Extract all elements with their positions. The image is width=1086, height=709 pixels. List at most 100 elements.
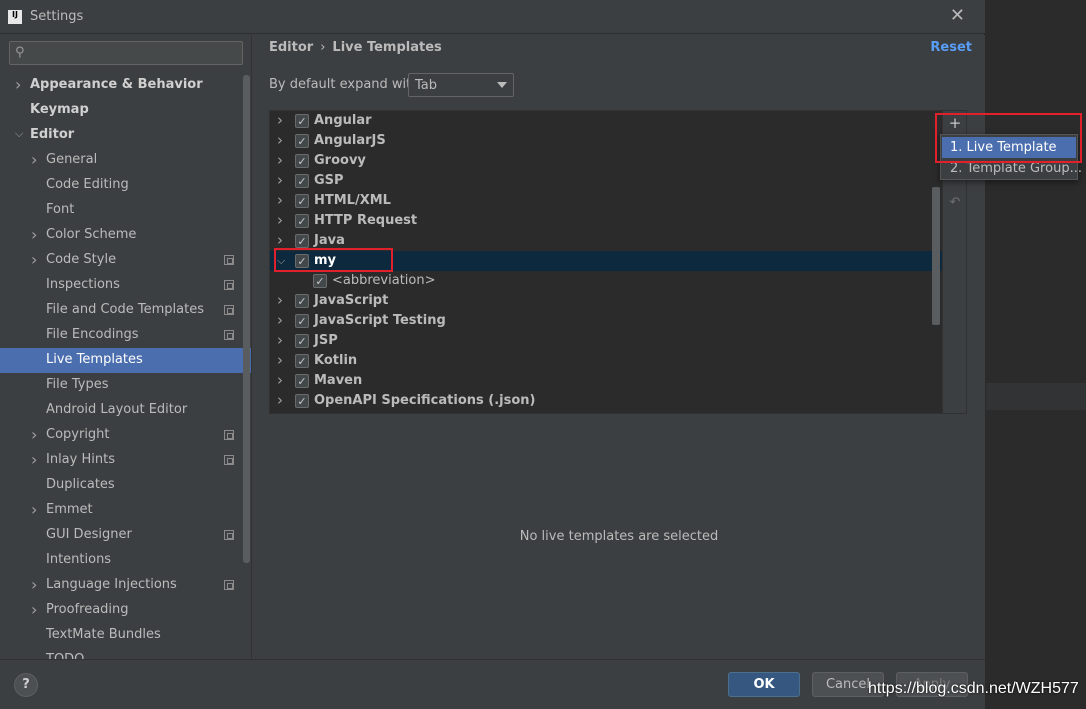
sidebar-item[interactable]: › Inlay Hints [0, 448, 251, 473]
checkbox[interactable]: ✓ [295, 174, 309, 188]
chevron-right-icon[interactable]: › [31, 575, 37, 594]
checkbox[interactable]: ✓ [295, 374, 309, 388]
chevron-right-icon[interactable]: › [31, 250, 37, 269]
template-group[interactable]: › ✓ GSP [270, 171, 942, 191]
sidebar-item-label: General [46, 152, 98, 167]
chevron-right-icon[interactable]: › [277, 131, 283, 149]
sidebar-item[interactable]: Android Layout Editor [0, 398, 251, 423]
undo-icon[interactable]: ↶ [947, 195, 963, 211]
add-icon[interactable]: + [947, 115, 963, 131]
sidebar-item[interactable]: › Proofreading [0, 598, 251, 623]
template-group[interactable]: › ✓ Angular [270, 111, 942, 131]
search-input[interactable]: ⚲ [9, 41, 243, 65]
sidebar-item[interactable]: › Color Scheme [0, 223, 251, 248]
sidebar-item[interactable]: TODO [0, 648, 251, 659]
chevron-down-icon[interactable]: ⌵ [15, 127, 23, 141]
sidebar-item-label: GUI Designer [46, 527, 132, 542]
menu-item-template-group[interactable]: 2. Template Group... [942, 158, 1082, 179]
sidebar-item[interactable]: ⌵ Editor [0, 123, 251, 148]
template-group[interactable]: › ✓ Java [270, 231, 942, 251]
template-group[interactable]: › ✓ Maven [270, 371, 942, 391]
chevron-right-icon[interactable]: › [277, 371, 283, 389]
sidebar-scrollbar[interactable] [243, 75, 250, 563]
chevron-right-icon[interactable]: › [31, 600, 37, 619]
sidebar-item[interactable]: Inspections [0, 273, 251, 298]
chevron-down-icon[interactable]: ⌵ [277, 254, 285, 268]
templates-tree: › ✓ Angular › ✓ AngularJS › ✓ Groovy › ✓ GSP › ✓ HTML/… [270, 111, 942, 413]
chevron-right-icon[interactable]: › [31, 450, 37, 469]
checkbox[interactable]: ✓ [313, 274, 327, 288]
breadcrumb-parent[interactable]: Editor [269, 40, 313, 55]
checkbox[interactable]: ✓ [295, 314, 309, 328]
template-label: AngularJS [314, 133, 386, 148]
template-group[interactable]: › ✓ HTML/XML [270, 191, 942, 211]
close-icon[interactable]: ✕ [950, 7, 965, 25]
checkbox[interactable]: ✓ [295, 114, 309, 128]
dialog-button-bar: ? OK Cancel Apply [0, 659, 985, 709]
checkbox[interactable]: ✓ [295, 194, 309, 208]
chevron-right-icon[interactable]: › [15, 75, 21, 94]
chevron-right-icon[interactable]: › [31, 150, 37, 169]
template-group[interactable]: › ✓ HTTP Request [270, 211, 942, 231]
sidebar-item[interactable]: › General [0, 148, 251, 173]
sidebar-item-label: Color Scheme [46, 227, 137, 242]
background-band [986, 383, 1086, 410]
sidebar-item[interactable]: File and Code Templates [0, 298, 251, 323]
settings-window: IJ Settings ✕ ⚲ › Appearance & Behavior Ke… [0, 0, 985, 709]
expand-with-select[interactable]: Tab [408, 73, 514, 97]
sidebar-item[interactable]: › Code Style [0, 248, 251, 273]
template-group[interactable]: › ✓ Groovy [270, 151, 942, 171]
sidebar-item[interactable]: › Appearance & Behavior [0, 73, 251, 98]
help-button[interactable]: ? [14, 673, 38, 697]
template-group[interactable]: › ✓ OpenAPI Specifications (.json) [270, 391, 942, 411]
chevron-right-icon[interactable]: › [277, 231, 283, 249]
checkbox[interactable]: ✓ [295, 294, 309, 308]
chevron-right-icon[interactable]: › [31, 500, 37, 519]
menu-item-live-template[interactable]: 1. Live Template [942, 137, 1076, 158]
templates-scrollbar[interactable] [932, 187, 940, 325]
template-item[interactable]: ✓ <abbreviation> [270, 271, 942, 291]
sidebar-item[interactable]: Code Editing [0, 173, 251, 198]
template-group[interactable]: › ✓ JavaScript [270, 291, 942, 311]
template-group[interactable]: › ✓ Kotlin [270, 351, 942, 371]
sidebar-item[interactable]: GUI Designer [0, 523, 251, 548]
chevron-right-icon[interactable]: › [31, 425, 37, 444]
checkbox[interactable]: ✓ [295, 354, 309, 368]
chevron-right-icon[interactable]: › [277, 351, 283, 369]
template-group[interactable]: › ✓ JavaScript Testing [270, 311, 942, 331]
sidebar-item[interactable]: File Types [0, 373, 251, 398]
template-group[interactable]: › ✓ JSP [270, 331, 942, 351]
sidebar-item[interactable]: TextMate Bundles [0, 623, 251, 648]
sidebar-item[interactable]: File Encodings [0, 323, 251, 348]
chevron-right-icon[interactable]: › [277, 391, 283, 409]
template-group[interactable]: › ✓ AngularJS [270, 131, 942, 151]
template-label: Java [314, 233, 345, 248]
checkbox[interactable]: ✓ [295, 154, 309, 168]
chevron-right-icon[interactable]: › [277, 291, 283, 309]
checkbox[interactable]: ✓ [295, 234, 309, 248]
chevron-right-icon[interactable]: › [277, 211, 283, 229]
chevron-right-icon[interactable]: › [31, 225, 37, 244]
chevron-right-icon[interactable]: › [277, 151, 283, 169]
checkbox[interactable]: ✓ [295, 334, 309, 348]
sidebar-item[interactable]: › Language Injections [0, 573, 251, 598]
checkbox[interactable]: ✓ [295, 254, 309, 268]
checkbox[interactable]: ✓ [295, 134, 309, 148]
sidebar-item[interactable]: Intentions [0, 548, 251, 573]
checkbox[interactable]: ✓ [295, 214, 309, 228]
sidebar-item[interactable]: › Emmet [0, 498, 251, 523]
sidebar-item[interactable]: Duplicates [0, 473, 251, 498]
sidebar-item[interactable]: Font [0, 198, 251, 223]
chevron-right-icon[interactable]: › [277, 171, 283, 189]
sidebar-item[interactable]: Live Templates [0, 348, 251, 373]
chevron-right-icon[interactable]: › [277, 331, 283, 349]
ok-button[interactable]: OK [728, 672, 800, 697]
sidebar-item[interactable]: Keymap [0, 98, 251, 123]
chevron-right-icon[interactable]: › [277, 311, 283, 329]
sidebar-item[interactable]: › Copyright [0, 423, 251, 448]
chevron-right-icon[interactable]: › [277, 111, 283, 129]
reset-link[interactable]: Reset [930, 40, 972, 55]
chevron-right-icon[interactable]: › [277, 191, 283, 209]
checkbox[interactable]: ✓ [295, 394, 309, 408]
template-group[interactable]: ⌵ ✓ my [270, 251, 942, 271]
